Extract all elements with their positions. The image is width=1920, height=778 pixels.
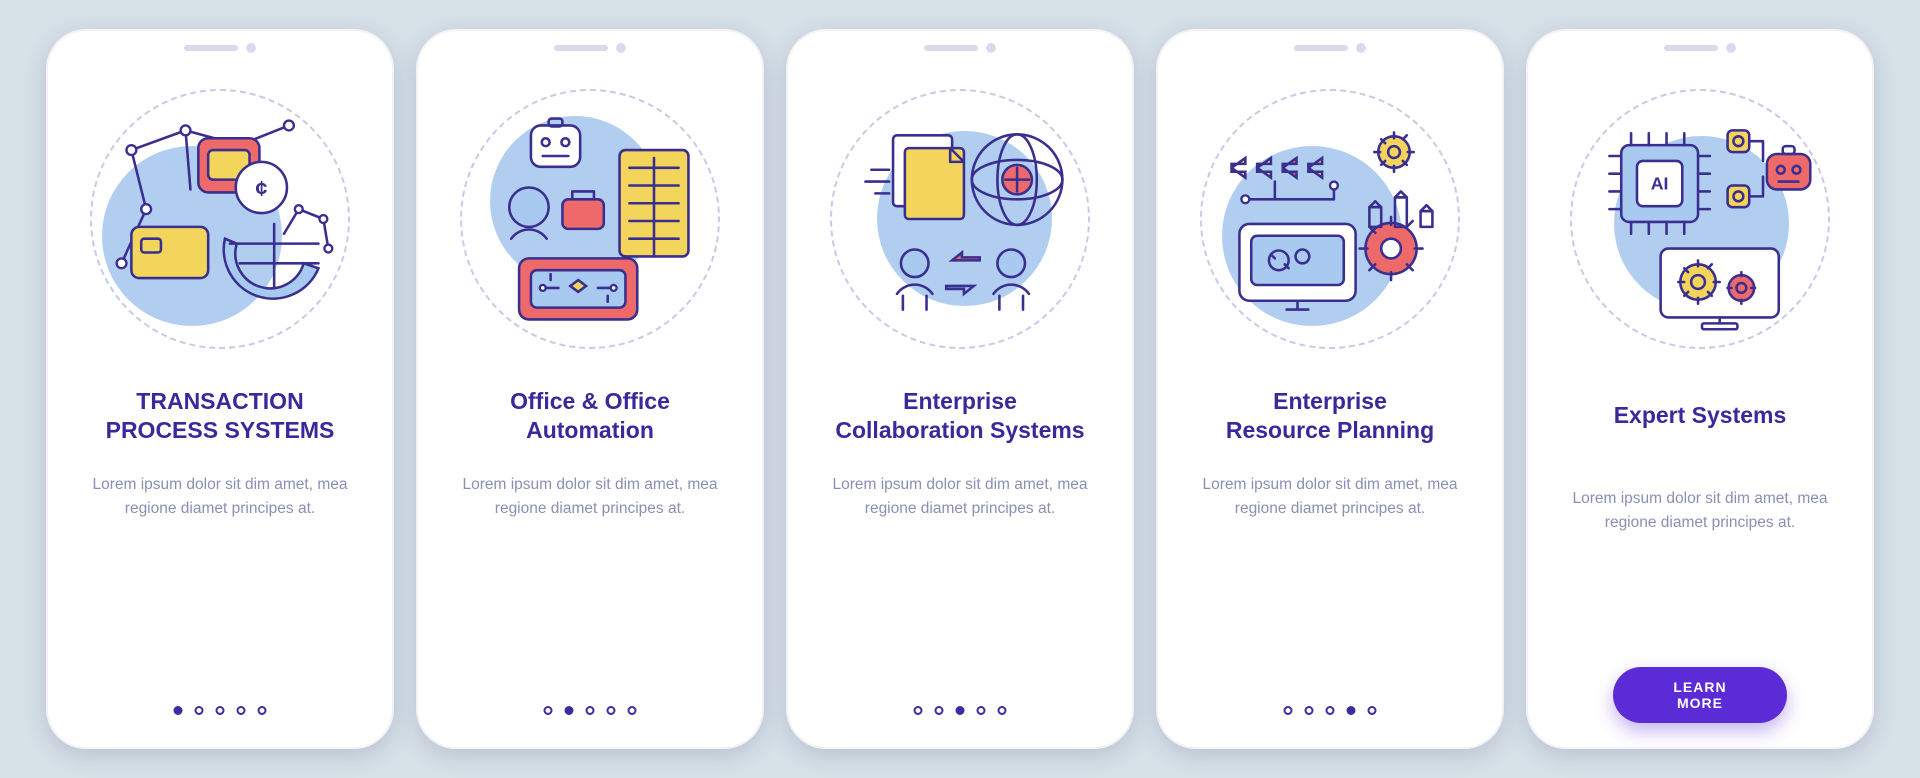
card-description: Lorem ipsum dolor sit dim amet, mea regi… [1565, 487, 1835, 535]
pager-dot[interactable] [237, 706, 246, 715]
card-title: Office & Office Automation [510, 387, 670, 445]
pager-dot[interactable] [174, 706, 183, 715]
card-description: Lorem ipsum dolor sit dim amet, mea regi… [85, 473, 355, 521]
pager-dot[interactable] [1368, 706, 1377, 715]
collaboration-icon [830, 89, 1090, 349]
pager-dot[interactable] [998, 706, 1007, 715]
pager-dot[interactable] [1284, 706, 1293, 715]
pager-dot[interactable] [586, 706, 595, 715]
pager-dot[interactable] [544, 706, 553, 715]
page-indicator [544, 706, 637, 715]
onboarding-card: Enterprise Collaboration Systems Lorem i… [786, 29, 1134, 749]
pager-dot[interactable] [258, 706, 267, 715]
svg-text:¢: ¢ [255, 175, 267, 200]
expert-systems-icon: AI [1570, 89, 1830, 349]
office-automation-icon [460, 89, 720, 349]
card-description: Lorem ipsum dolor sit dim amet, mea regi… [455, 473, 725, 521]
svg-text:AI: AI [1651, 173, 1669, 193]
phone-notch [1664, 43, 1736, 53]
learn-more-button[interactable]: LEARN MORE [1613, 667, 1787, 723]
onboarding-card: ¢ TRANSACTION PROCESS SYSTEMS Lorem ipsu… [46, 29, 394, 749]
card-description: Lorem ipsum dolor sit dim amet, mea regi… [1195, 473, 1465, 521]
pager-dot[interactable] [914, 706, 923, 715]
pager-dot[interactable] [565, 706, 574, 715]
phone-notch [1294, 43, 1366, 53]
card-title: TRANSACTION PROCESS SYSTEMS [106, 387, 335, 445]
pager-dot[interactable] [607, 706, 616, 715]
card-title: Enterprise Collaboration Systems [835, 387, 1084, 445]
pager-dot[interactable] [628, 706, 637, 715]
pager-dot[interactable] [195, 706, 204, 715]
pager-dot[interactable] [1305, 706, 1314, 715]
card-title: Expert Systems [1614, 401, 1787, 459]
pager-dot[interactable] [1347, 706, 1356, 715]
erp-icon [1200, 89, 1460, 349]
transaction-icon: ¢ [90, 89, 350, 349]
pager-dot[interactable] [935, 706, 944, 715]
card-title: Enterprise Resource Planning [1226, 387, 1434, 445]
onboarding-card: Enterprise Resource Planning Lorem ipsum… [1156, 29, 1504, 749]
card-description: Lorem ipsum dolor sit dim amet, mea regi… [825, 473, 1095, 521]
pager-dot[interactable] [977, 706, 986, 715]
onboarding-card: AI Expert Systems Lorem ipsum dolor sit … [1526, 29, 1874, 749]
phone-notch [924, 43, 996, 53]
pager-dot[interactable] [1326, 706, 1335, 715]
page-indicator [1284, 706, 1377, 715]
phone-notch [554, 43, 626, 53]
onboarding-card: Office & Office Automation Lorem ipsum d… [416, 29, 764, 749]
pager-dot[interactable] [216, 706, 225, 715]
page-indicator [914, 706, 1007, 715]
pager-dot[interactable] [956, 706, 965, 715]
page-indicator [174, 706, 267, 715]
phone-notch [184, 43, 256, 53]
